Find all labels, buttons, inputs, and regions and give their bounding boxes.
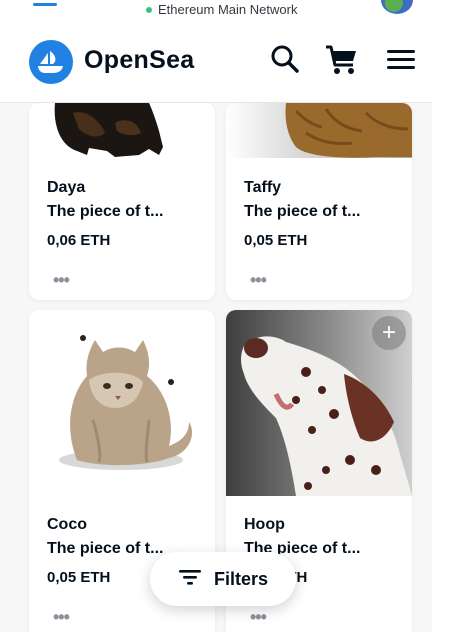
nft-description: The piece of t... (244, 203, 361, 220)
filters-button[interactable]: Filters (150, 552, 296, 606)
filter-icon (178, 567, 202, 592)
network-label: Ethereum Main Network (158, 2, 298, 17)
nft-name: Taffy (244, 179, 282, 196)
top-menu-indicator[interactable] (33, 3, 57, 6)
network-indicator: Ethereum Main Network (146, 2, 297, 17)
more-options-icon[interactable]: ••• (250, 608, 267, 626)
app-viewport: Ethereum Main Network OpenSea Daya The p… (0, 0, 432, 632)
nft-card-taffy[interactable]: Taffy The piece of t... 0,05 ETH ••• (226, 103, 412, 300)
nft-price: 0,06 ETH (47, 232, 111, 249)
nft-name: Coco (47, 516, 87, 533)
nft-price: 0,05 ETH (47, 569, 111, 586)
add-to-cart-button[interactable]: + (372, 316, 406, 350)
more-options-icon[interactable]: ••• (53, 608, 70, 626)
main-menu-button[interactable] (385, 42, 419, 76)
more-options-icon[interactable]: ••• (53, 271, 70, 289)
search-icon (268, 42, 302, 76)
brand-name[interactable]: OpenSea (84, 46, 194, 75)
more-options-icon[interactable]: ••• (250, 271, 267, 289)
nft-image-daya[interactable] (29, 103, 215, 158)
nft-price: 0,05 ETH (244, 232, 308, 249)
opensea-logo-icon[interactable] (29, 40, 73, 84)
wallet-avatar[interactable] (381, 0, 413, 14)
filters-label: Filters (213, 568, 269, 589)
nft-description: The piece of t... (47, 540, 164, 557)
nft-card-daya[interactable]: Daya The piece of t... 0,06 ETH ••• (29, 103, 215, 300)
screen-margin (432, 0, 474, 632)
nft-name: Daya (47, 179, 86, 196)
nft-name: Hoop (244, 516, 285, 533)
hamburger-menu-icon (385, 42, 419, 76)
nft-image-coco[interactable] (29, 310, 215, 496)
nft-description: The piece of t... (47, 203, 164, 220)
app-header: OpenSea (0, 22, 432, 103)
cart-button[interactable] (324, 42, 358, 76)
nft-image-hoop[interactable]: + (226, 310, 412, 496)
network-status-bar: Ethereum Main Network (0, 0, 432, 22)
search-button[interactable] (268, 42, 302, 76)
cart-icon (324, 42, 358, 78)
nft-image-taffy[interactable] (226, 103, 412, 158)
network-status-dot (146, 6, 152, 13)
